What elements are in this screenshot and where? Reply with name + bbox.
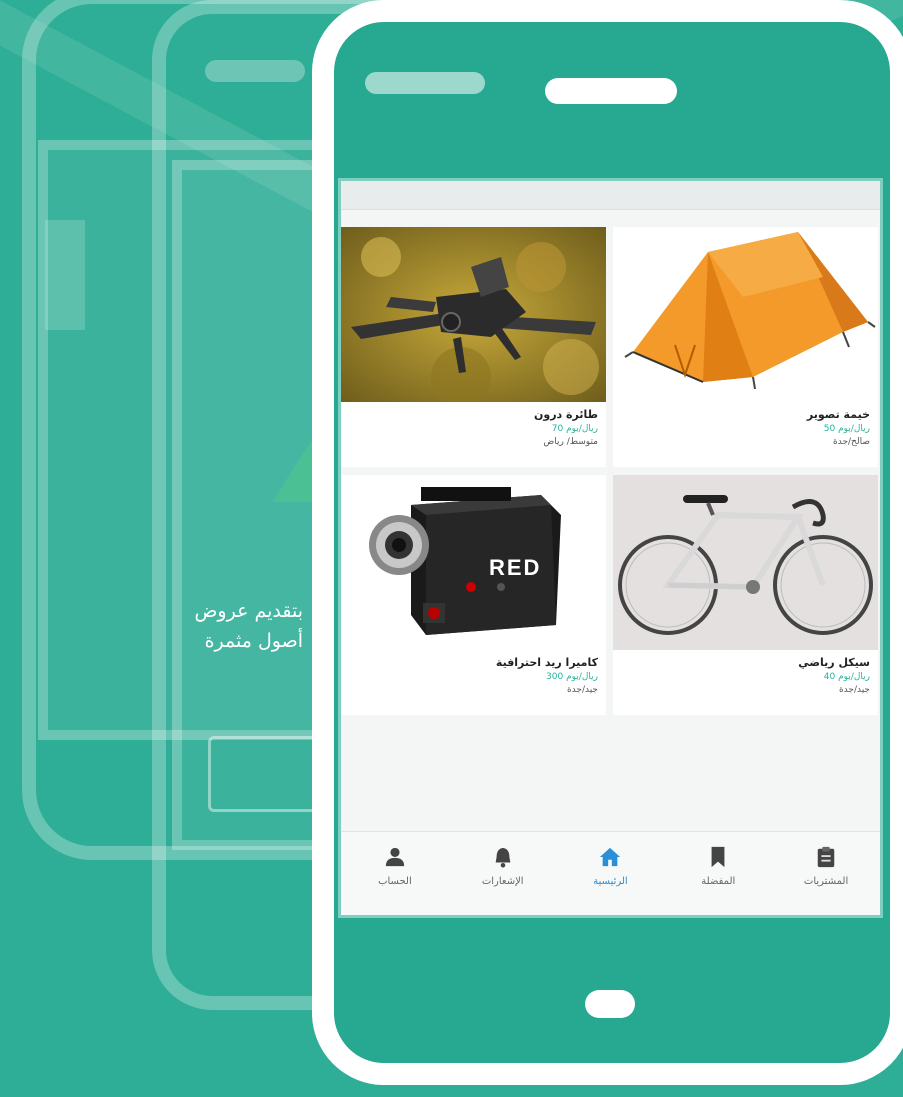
phone-home-button[interactable]	[585, 990, 635, 1018]
person-icon	[385, 847, 405, 867]
search-bar[interactable]	[341, 181, 880, 210]
tab-label: المشتريات	[803, 876, 849, 887]
product-price: ريال/يوم 50	[823, 424, 870, 434]
tab-label: الحساب	[378, 876, 412, 887]
product-card[interactable]: خيمة تصوير ريال/يوم 50 صالح/جدة	[613, 227, 878, 467]
bell-icon	[495, 847, 511, 868]
tab-account[interactable]: الحساب	[341, 832, 449, 915]
bicycle-image	[613, 475, 878, 650]
product-name: كاميرا ريد احترافية	[495, 656, 598, 669]
tent-image	[613, 227, 878, 402]
product-price: ريال/يوم 300	[546, 672, 598, 682]
product-price: ريال/يوم 70	[551, 424, 598, 434]
product-info: خيمة تصوير ريال/يوم 50 صالح/جدة	[807, 407, 870, 449]
product-card[interactable]: سيكل رياضي ريال/يوم 40 جيد/جدة	[613, 475, 878, 715]
product-name: سيكل رياضي	[798, 656, 870, 669]
phone-speaker	[545, 78, 677, 104]
product-condition: جيد/جدة	[838, 685, 870, 695]
phone-camera-slot	[365, 72, 485, 94]
background-text-line1: بتقديم عروض	[194, 600, 303, 622]
tab-purchases[interactable]: المشتريات	[772, 832, 880, 915]
product-name: طائرة درون	[534, 408, 598, 421]
product-condition: متوسط/ رياض	[543, 437, 598, 447]
product-card[interactable]: RED كاميرا ريد احترافية ريال/يوم 300 جيد…	[341, 475, 606, 715]
tab-label: الرئيسية	[593, 876, 628, 887]
home-icon	[600, 847, 621, 867]
product-name: خيمة تصوير	[806, 408, 870, 421]
clipboard-icon	[817, 846, 835, 868]
drone-image	[341, 227, 606, 402]
product-condition: جيد/جدة	[566, 685, 598, 695]
tab-label: الإشعارات	[481, 876, 524, 887]
tab-label: المفضلة	[701, 876, 736, 887]
tab-favorites[interactable]: المفضلة	[664, 832, 772, 915]
product-info: طائرة درون ريال/يوم 70 متوسط/ رياض	[534, 407, 598, 449]
background-block	[45, 220, 85, 330]
product-info: سيكل رياضي ريال/يوم 40 جيد/جدة	[798, 655, 870, 697]
tab-notifications[interactable]: الإشعارات	[449, 832, 557, 915]
tab-home[interactable]: الرئيسية	[557, 832, 665, 915]
product-price: ريال/يوم 40	[823, 672, 870, 682]
app-screen: طائرة درون ريال/يوم 70 متوسط/ رياض خيمة …	[338, 178, 883, 918]
background-text-line2: أصول مثمرة	[204, 630, 303, 652]
bookmark-icon	[711, 846, 725, 868]
product-card[interactable]: طائرة درون ريال/يوم 70 متوسط/ رياض	[341, 227, 606, 467]
camera-logo: RED	[489, 555, 542, 580]
product-info: كاميرا ريد احترافية ريال/يوم 300 جيد/جدة	[496, 655, 598, 697]
product-condition: صالح/جدة	[833, 437, 870, 447]
red-camera-image: RED	[341, 475, 606, 650]
bottom-nav: الحساب الإشعارات الرئيسية المفضلة المشتر…	[341, 831, 880, 915]
